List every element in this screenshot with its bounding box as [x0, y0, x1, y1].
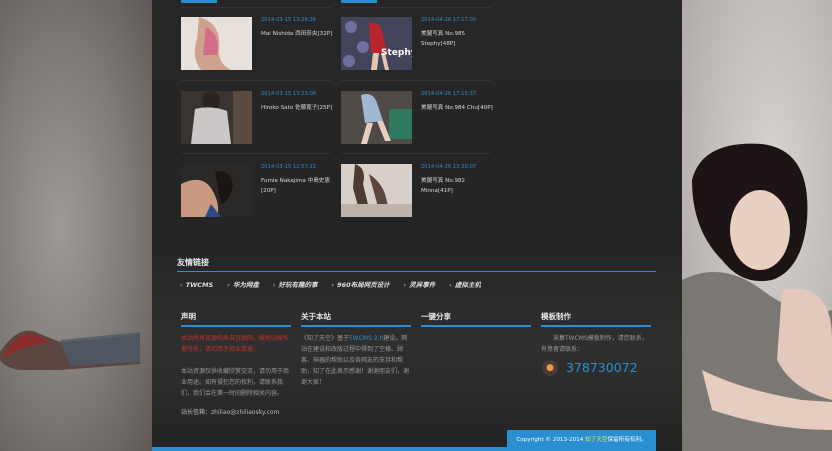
post-date: 2014-04-26 17:17:00 [421, 17, 477, 23]
share-title: 一键分享 [421, 312, 451, 321]
post-title[interactable]: 美腿写真 No.982 Minna[41P] [421, 176, 493, 196]
penguin-icon: ● [542, 360, 558, 376]
post-thumbnail[interactable] [341, 91, 412, 144]
share-underline [421, 325, 531, 327]
friend-link[interactable]: › 虚拟主机 [449, 281, 481, 289]
friend-link[interactable]: › TWCMS [180, 281, 213, 289]
separator [181, 153, 331, 154]
post-thumbnail[interactable] [181, 91, 252, 144]
post-title[interactable]: 美腿写真 No.985 Stephy[48P] [421, 29, 493, 49]
post-card[interactable]: 2014-03-15 12:57:11 Fumie Nakajima 中島史恵 … [181, 164, 331, 218]
copyright-bar: Copyright © 2013-2014 知了天空保留所有权利。 [507, 430, 656, 451]
site-name-link[interactable]: 知了天空 [585, 437, 607, 443]
friend-link[interactable]: › 灵异事件 [404, 281, 436, 289]
post-title[interactable]: Fumie Nakajima 中島史恵 [20P] [261, 176, 333, 196]
post-date: 2014-04-26 17:15:37 [421, 91, 477, 97]
thumbnail-overlay-text: Stephy [381, 48, 412, 58]
post-title[interactable]: Hiroko Sato 佐藤寛子[25P] [261, 103, 333, 113]
friend-links-list: › TWCMS › 华为网盘 › 好玩有趣的事 › 960布局网页设计 › 灵异事件 › 虚… [180, 279, 493, 289]
model-photo-right [682, 143, 832, 451]
post-card[interactable]: 2014-04-26 17:15:37 美腿写真 No.984 Chu[40P] [341, 91, 493, 145]
friend-link[interactable]: › 华为网盘 [227, 281, 259, 289]
twcms-link[interactable]: TWCMS 2.0 [349, 335, 383, 342]
friend-link[interactable]: › 960布局网页设计 [331, 281, 389, 289]
post-date: 2014-04-26 13:30:07 [421, 164, 477, 170]
post-title[interactable]: 美腿写真 No.984 Chu[40P] [421, 103, 493, 113]
section-accent-right [341, 0, 377, 3]
arrow-icon: › [331, 281, 335, 289]
friend-links-underline [177, 271, 656, 272]
about-title: 关于本站 [301, 312, 331, 321]
statement-underline [181, 325, 291, 327]
friend-link[interactable]: › 好玩有趣的事 [273, 281, 318, 289]
post-thumbnail[interactable] [181, 17, 252, 70]
separator [341, 80, 491, 81]
post-date: 2014-03-15 13:23:06 [261, 91, 317, 97]
separator [181, 80, 331, 81]
footer-bottom-bar [152, 447, 507, 451]
friend-links-title: 友情链接 [177, 258, 209, 267]
background-shoe-image [0, 330, 140, 370]
separator [341, 153, 491, 154]
post-card[interactable]: 2014-03-15 13:23:06 Hiroko Sato 佐藤寛子[25P… [181, 91, 333, 145]
arrow-icon: › [180, 281, 183, 289]
post-thumbnail[interactable]: Stephy [341, 17, 412, 70]
post-thumbnail[interactable] [341, 164, 412, 217]
post-date: 2014-03-15 12:57:11 [261, 164, 317, 170]
about-underline [301, 325, 411, 327]
arrow-icon: › [227, 281, 230, 289]
post-thumbnail[interactable] [181, 164, 252, 217]
statement-text: 本站资源仅供收藏欣赏交流，请勿用于商业用途。如有侵犯您的权利，请联系我们，我们会… [181, 368, 290, 397]
about-text: 《知了天空》基于TWCMS 2.0建设。网站在建设和改版过程中得到了空格、顾客、… [301, 335, 410, 386]
contact-email[interactable]: 站长信箱：zhiliao@zhiliaosky.com [181, 407, 296, 418]
arrow-icon: › [403, 281, 407, 289]
statement-title: 声明 [181, 312, 196, 321]
qq-number[interactable]: 378730072 [566, 360, 638, 375]
statement-red-text: 本站所有资源均来自互联网，版权归原作者所有，请勿用于商业用途。 [181, 335, 290, 353]
post-card[interactable]: 2014-04-26 13:30:07 美腿写真 No.982 Minna[41… [341, 164, 491, 218]
separator [341, 7, 491, 8]
section-accent-left [181, 0, 217, 3]
arrow-icon: › [449, 281, 452, 289]
post-date: 2014-03-15 13:26:36 [261, 17, 317, 23]
arrow-icon: › [272, 281, 276, 289]
post-card[interactable]: Stephy 2014-04-26 17:17:00 美腿写真 No.985 S… [341, 17, 491, 71]
template-text: 采集TWCMS模板制作，请您联系，有意者请联系： [541, 335, 648, 353]
post-card[interactable]: 2014-03-15 13:26:36 Mai Nishida 西田奈央[32P… [181, 17, 333, 71]
post-title[interactable]: Mai Nishida 西田奈央[32P] [261, 29, 333, 39]
template-title: 模板制作 [541, 312, 571, 321]
template-underline [541, 325, 651, 327]
background-left [0, 0, 152, 451]
separator [181, 7, 331, 8]
